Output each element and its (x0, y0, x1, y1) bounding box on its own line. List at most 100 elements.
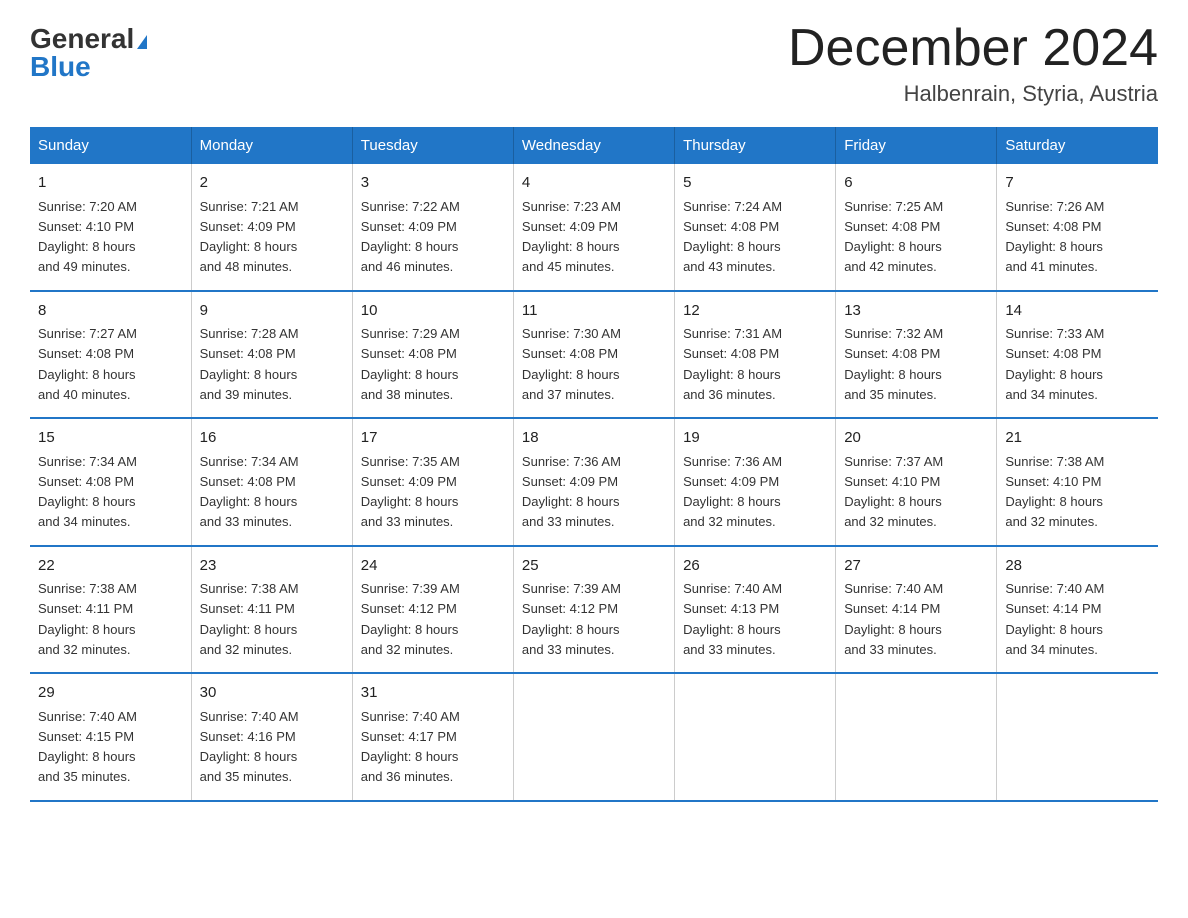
day-info: Sunrise: 7:31 AMSunset: 4:08 PMDaylight:… (683, 326, 782, 402)
logo-line2: Blue (30, 53, 91, 81)
day-info: Sunrise: 7:27 AMSunset: 4:08 PMDaylight:… (38, 326, 137, 402)
day-number: 30 (200, 682, 344, 705)
day-info: Sunrise: 7:34 AMSunset: 4:08 PMDaylight:… (200, 454, 299, 530)
month-title: December 2024 (788, 20, 1158, 77)
day-info: Sunrise: 7:39 AMSunset: 4:12 PMDaylight:… (361, 581, 460, 657)
day-cell-12: 12Sunrise: 7:31 AMSunset: 4:08 PMDayligh… (675, 291, 836, 419)
day-info: Sunrise: 7:24 AMSunset: 4:08 PMDaylight:… (683, 199, 782, 275)
day-info: Sunrise: 7:32 AMSunset: 4:08 PMDaylight:… (844, 326, 943, 402)
day-cell-30: 30 Sunrise: 7:40 AMSunset: 4:16 PMDayligh… (191, 673, 352, 801)
empty-cell (836, 673, 997, 801)
day-cell-31: 31 Sunrise: 7:40 AMSunset: 4:17 PMDayligh… (352, 673, 513, 801)
location-text: Halbenrain, Styria, Austria (788, 81, 1158, 107)
week-row-1: 1Sunrise: 7:20 AMSunset: 4:10 PMDaylight… (30, 164, 1158, 291)
day-number: 6 (844, 172, 988, 195)
day-info: Sunrise: 7:38 AMSunset: 4:11 PMDaylight:… (200, 581, 299, 657)
day-info: Sunrise: 7:40 AMSunset: 4:14 PMDaylight:… (1005, 581, 1104, 657)
day-cell-29: 29 Sunrise: 7:40 AMSunset: 4:15 PMDayligh… (30, 673, 191, 801)
day-number: 25 (522, 555, 666, 578)
day-number: 2 (200, 172, 344, 195)
logo-blue-text: Blue (30, 51, 91, 82)
day-info: Sunrise: 7:39 AMSunset: 4:12 PMDaylight:… (522, 581, 621, 657)
logo-triangle-icon (137, 35, 147, 49)
day-cell-5: 5 Sunrise: 7:24 AMSunset: 4:08 PMDaylight… (675, 164, 836, 291)
day-info: Sunrise: 7:33 AMSunset: 4:08 PMDaylight:… (1005, 326, 1104, 402)
day-info: Sunrise: 7:40 AMSunset: 4:16 PMDaylight:… (200, 709, 299, 785)
day-info: Sunrise: 7:22 AMSunset: 4:09 PMDaylight:… (361, 199, 460, 275)
day-info: Sunrise: 7:23 AMSunset: 4:09 PMDaylight:… (522, 199, 621, 275)
day-number: 1 (38, 172, 183, 195)
title-block: December 2024 Halbenrain, Styria, Austri… (788, 20, 1158, 107)
weekday-header-sunday: Sunday (30, 127, 191, 164)
day-cell-23: 23 Sunrise: 7:38 AMSunset: 4:11 PMDayligh… (191, 546, 352, 674)
page-header: General Blue December 2024 Halbenrain, S… (30, 20, 1158, 107)
empty-cell (997, 673, 1158, 801)
day-number: 14 (1005, 300, 1150, 323)
day-number: 7 (1005, 172, 1150, 195)
day-info: Sunrise: 7:34 AMSunset: 4:08 PMDaylight:… (38, 454, 137, 530)
day-info: Sunrise: 7:40 AMSunset: 4:13 PMDaylight:… (683, 581, 782, 657)
day-number: 31 (361, 682, 505, 705)
day-info: Sunrise: 7:40 AMSunset: 4:14 PMDaylight:… (844, 581, 943, 657)
day-number: 22 (38, 555, 183, 578)
day-number: 17 (361, 427, 505, 450)
day-cell-17: 17Sunrise: 7:35 AMSunset: 4:09 PMDayligh… (352, 418, 513, 546)
day-cell-2: 2 Sunrise: 7:21 AMSunset: 4:09 PMDaylight… (191, 164, 352, 291)
day-cell-25: 25 Sunrise: 7:39 AMSunset: 4:12 PMDayligh… (513, 546, 674, 674)
day-cell-7: 7 Sunrise: 7:26 AMSunset: 4:08 PMDaylight… (997, 164, 1158, 291)
day-number: 20 (844, 427, 988, 450)
day-number: 9 (200, 300, 344, 323)
logo-general-text: General (30, 23, 134, 54)
day-info: Sunrise: 7:29 AMSunset: 4:08 PMDaylight:… (361, 326, 460, 402)
day-number: 15 (38, 427, 183, 450)
day-number: 23 (200, 555, 344, 578)
day-info: Sunrise: 7:26 AMSunset: 4:08 PMDaylight:… (1005, 199, 1104, 275)
day-cell-11: 11Sunrise: 7:30 AMSunset: 4:08 PMDayligh… (513, 291, 674, 419)
day-info: Sunrise: 7:40 AMSunset: 4:15 PMDaylight:… (38, 709, 137, 785)
day-number: 28 (1005, 555, 1150, 578)
day-cell-20: 20 Sunrise: 7:37 AMSunset: 4:10 PMDayligh… (836, 418, 997, 546)
day-number: 21 (1005, 427, 1150, 450)
day-cell-1: 1Sunrise: 7:20 AMSunset: 4:10 PMDaylight… (30, 164, 191, 291)
day-number: 4 (522, 172, 666, 195)
day-number: 3 (361, 172, 505, 195)
day-cell-15: 15 Sunrise: 7:34 AMSunset: 4:08 PMDayligh… (30, 418, 191, 546)
day-info: Sunrise: 7:38 AMSunset: 4:11 PMDaylight:… (38, 581, 137, 657)
day-info: Sunrise: 7:36 AMSunset: 4:09 PMDaylight:… (683, 454, 782, 530)
day-number: 29 (38, 682, 183, 705)
day-cell-18: 18Sunrise: 7:36 AMSunset: 4:09 PMDayligh… (513, 418, 674, 546)
day-number: 5 (683, 172, 827, 195)
day-cell-9: 9 Sunrise: 7:28 AMSunset: 4:08 PMDaylight… (191, 291, 352, 419)
day-number: 24 (361, 555, 505, 578)
day-cell-6: 6Sunrise: 7:25 AMSunset: 4:08 PMDaylight… (836, 164, 997, 291)
day-info: Sunrise: 7:28 AMSunset: 4:08 PMDaylight:… (200, 326, 299, 402)
weekday-header-tuesday: Tuesday (352, 127, 513, 164)
day-cell-19: 19Sunrise: 7:36 AMSunset: 4:09 PMDayligh… (675, 418, 836, 546)
day-info: Sunrise: 7:40 AMSunset: 4:17 PMDaylight:… (361, 709, 460, 785)
week-row-5: 29 Sunrise: 7:40 AMSunset: 4:15 PMDayligh… (30, 673, 1158, 801)
weekday-header-wednesday: Wednesday (513, 127, 674, 164)
logo: General Blue (30, 20, 147, 81)
day-cell-24: 24 Sunrise: 7:39 AMSunset: 4:12 PMDayligh… (352, 546, 513, 674)
weekday-header-friday: Friday (836, 127, 997, 164)
calendar-table: SundayMondayTuesdayWednesdayThursdayFrid… (30, 127, 1158, 802)
day-cell-22: 22 Sunrise: 7:38 AMSunset: 4:11 PMDayligh… (30, 546, 191, 674)
day-number: 13 (844, 300, 988, 323)
day-number: 26 (683, 555, 827, 578)
day-info: Sunrise: 7:36 AMSunset: 4:09 PMDaylight:… (522, 454, 621, 530)
day-number: 27 (844, 555, 988, 578)
day-cell-21: 21Sunrise: 7:38 AMSunset: 4:10 PMDayligh… (997, 418, 1158, 546)
day-info: Sunrise: 7:21 AMSunset: 4:09 PMDaylight:… (200, 199, 299, 275)
day-cell-10: 10Sunrise: 7:29 AMSunset: 4:08 PMDayligh… (352, 291, 513, 419)
weekday-header-saturday: Saturday (997, 127, 1158, 164)
week-row-2: 8Sunrise: 7:27 AMSunset: 4:08 PMDaylight… (30, 291, 1158, 419)
week-row-4: 22 Sunrise: 7:38 AMSunset: 4:11 PMDayligh… (30, 546, 1158, 674)
day-cell-8: 8Sunrise: 7:27 AMSunset: 4:08 PMDaylight… (30, 291, 191, 419)
empty-cell (513, 673, 674, 801)
day-info: Sunrise: 7:30 AMSunset: 4:08 PMDaylight:… (522, 326, 621, 402)
weekday-header-thursday: Thursday (675, 127, 836, 164)
day-cell-27: 27 Sunrise: 7:40 AMSunset: 4:14 PMDayligh… (836, 546, 997, 674)
day-cell-14: 14 Sunrise: 7:33 AMSunset: 4:08 PMDayligh… (997, 291, 1158, 419)
day-info: Sunrise: 7:37 AMSunset: 4:10 PMDaylight:… (844, 454, 943, 530)
day-cell-28: 28 Sunrise: 7:40 AMSunset: 4:14 PMDayligh… (997, 546, 1158, 674)
